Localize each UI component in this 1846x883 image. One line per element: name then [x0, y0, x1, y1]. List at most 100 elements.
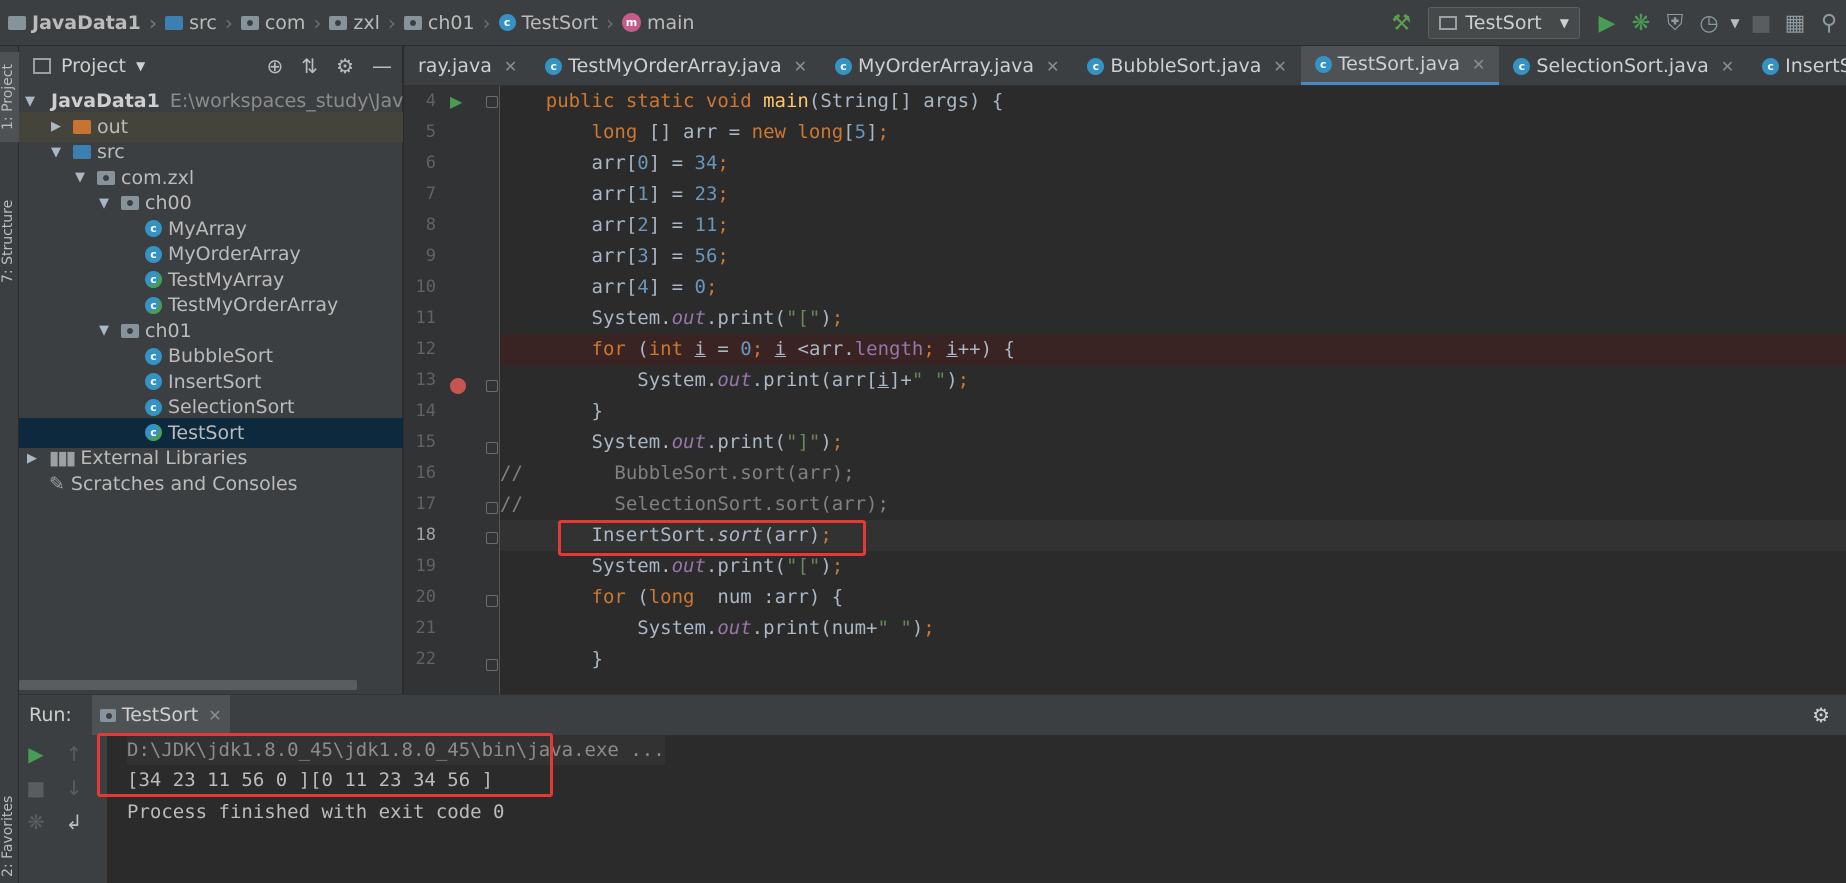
chevron-down-icon[interactable]: ▼ — [73, 170, 87, 185]
chevron-down-icon[interactable]: ▼ — [49, 145, 63, 160]
breadcrumb-zxl[interactable]: zxl › — [329, 0, 404, 46]
source-folder-icon — [73, 145, 91, 159]
tool-window-favorites[interactable]: 2: Favorites — [0, 786, 19, 883]
package-icon — [97, 170, 115, 185]
tool-window-project[interactable]: 1: Project — [0, 52, 19, 142]
code-line: System.out.print(arr[i]+" "); — [500, 369, 970, 391]
line-number: 10 — [415, 277, 436, 297]
coverage-icon[interactable]: ⛨ — [1658, 6, 1692, 40]
breadcrumb-com[interactable]: com › — [240, 0, 330, 46]
tab-bubblesort[interactable]: c BubbleSort.java ✕ — [1073, 46, 1300, 85]
chevron-down-icon[interactable]: ▼ — [97, 196, 111, 211]
project-view-selector[interactable]: Project — [61, 55, 126, 77]
rerun-icon[interactable]: ▶ — [21, 739, 51, 769]
gear-icon[interactable]: ⚙ — [336, 54, 354, 78]
breadcrumb-src[interactable]: src › — [165, 0, 241, 46]
breakpoint-icon[interactable] — [450, 378, 466, 394]
breadcrumb-main[interactable]: m main — [621, 0, 694, 46]
fold-marker-icon[interactable] — [486, 659, 498, 671]
close-icon[interactable]: ✕ — [1273, 57, 1286, 76]
fold-marker-icon[interactable] — [486, 532, 498, 544]
console-output[interactable]: D:\JDK\jdk1.8.0_45\jdk1.8.0_45\bin\java.… — [97, 733, 1846, 883]
tab-testmyorderarray[interactable]: c TestMyOrderArray.java ✕ — [531, 46, 821, 85]
run-gutter-icon[interactable]: ▶ — [450, 92, 462, 111]
pin-icon[interactable]: ❋ — [21, 807, 51, 837]
line-number: 5 — [425, 122, 436, 142]
breadcrumb-testsort[interactable]: c TestSort › — [498, 0, 622, 46]
stop-icon[interactable]: ■ — [1744, 6, 1778, 40]
chevron-right-icon[interactable]: ▶ — [25, 451, 39, 466]
stop-icon[interactable]: ■ — [21, 773, 51, 803]
runnable-class-icon: c — [145, 424, 162, 441]
code-line: arr[0] = 34; — [500, 152, 729, 174]
fold-marker-icon[interactable] — [486, 96, 498, 108]
tree-item-label: TestMyOrderArray — [168, 294, 339, 316]
run-configuration-selector[interactable]: TestSort ▼ — [1428, 7, 1580, 39]
code-line: // SelectionSort.sort(arr); — [500, 493, 889, 515]
fold-marker-icon[interactable] — [486, 442, 498, 454]
code-editor[interactable]: public static void main(String[] args) {… — [500, 86, 1846, 694]
run-tab-testsort[interactable]: TestSort ✕ — [91, 695, 230, 735]
folder-icon — [8, 15, 26, 30]
fold-marker-icon[interactable] — [486, 595, 498, 607]
class-icon: c — [145, 398, 162, 416]
run-icon[interactable]: ▶ — [1590, 6, 1624, 40]
profile-icon[interactable]: ◷ — [1692, 6, 1726, 40]
build-hammer-icon[interactable]: ⚒ — [1384, 6, 1418, 40]
debug-icon[interactable]: ❋ — [1624, 6, 1658, 40]
gear-icon[interactable]: ⚙ — [1812, 703, 1830, 727]
folder-icon — [165, 15, 184, 30]
tree-item-label: External Libraries — [80, 447, 248, 469]
scroll-up-icon[interactable]: ↑ — [59, 739, 89, 769]
chevron-right-icon[interactable]: ▶ — [49, 119, 63, 134]
code-line: public static void main(String[] args) { — [545, 90, 1004, 112]
chevron-down-icon[interactable]: ▼ — [136, 59, 145, 73]
package-icon — [121, 196, 139, 210]
method-icon: m — [621, 13, 641, 32]
locate-file-icon[interactable]: ⊕ — [267, 54, 284, 78]
close-icon[interactable]: ✕ — [1721, 57, 1734, 76]
code-line: System.out.print(num+" "); — [500, 617, 935, 639]
run-options-chevron-icon[interactable]: ▼ — [1726, 6, 1744, 40]
tab-myarray[interactable]: ray.java ✕ — [404, 46, 531, 85]
line-number: 17 — [415, 494, 436, 514]
scroll-down-icon[interactable]: ↓ — [59, 773, 89, 803]
fold-marker-icon[interactable] — [486, 502, 498, 514]
run-panel: Run: TestSort ✕ ⚙ ▶ ■ ❋ ↑ ↓ ↲ D:\JDK\jdk… — [19, 694, 1846, 883]
project-structure-icon[interactable]: ▦ — [1778, 6, 1812, 40]
collapse-all-icon[interactable]: ⇅ — [301, 54, 318, 78]
breadcrumb-project[interactable]: JavaData1 › — [0, 0, 165, 46]
line-number: 22 — [415, 649, 436, 669]
close-icon[interactable]: ✕ — [504, 57, 517, 76]
close-icon[interactable]: ✕ — [208, 706, 221, 725]
tree-item[interactable]: ✎ Scratches and Consoles — [19, 469, 403, 499]
fold-marker-icon[interactable] — [486, 380, 498, 392]
soft-wrap-icon[interactable]: ↲ — [59, 807, 89, 837]
package-icon — [403, 15, 422, 30]
close-icon[interactable]: ✕ — [1046, 57, 1059, 76]
tree-item-label: InsertSort — [168, 370, 262, 393]
navigation-bar: JavaData1 › src › com › zxl › ch01 › c TestSor… — [0, 0, 1846, 46]
hide-panel-icon[interactable]: — — [372, 54, 392, 78]
project-horizontal-scrollbar[interactable] — [19, 680, 357, 690]
runnable-class-icon: c — [145, 271, 162, 288]
search-everywhere-icon[interactable]: ⚲ — [1812, 6, 1846, 40]
class-icon: c — [145, 220, 162, 237]
tab-myorderarray[interactable]: c MyOrderArray.java ✕ — [821, 46, 1073, 85]
class-icon: c — [1513, 57, 1531, 75]
line-number: 20 — [415, 587, 436, 607]
tab-testsort[interactable]: c TestSort.java ✕ — [1300, 46, 1500, 85]
chevron-down-icon[interactable]: ▼ — [25, 94, 35, 109]
close-icon[interactable]: ✕ — [794, 57, 807, 76]
line-number: 12 — [415, 339, 436, 359]
breadcrumb-ch01[interactable]: ch01 › — [403, 0, 499, 46]
tab-insertsort[interactable]: cInsertSort.java✕ — [1748, 46, 1846, 85]
class-icon: c — [145, 347, 162, 365]
chevron-down-icon[interactable]: ▼ — [97, 323, 111, 338]
code-line: for (long num :arr) { — [591, 586, 844, 608]
project-panel: Project ▼ ⊕ ⇅ ⚙ — ▼ JavaData1 E:\workspace… — [19, 46, 403, 694]
tool-window-structure[interactable]: 7: Structure — [0, 186, 19, 296]
editor-gutter[interactable]: 4 5 6 7 8 9 10 11 12 13 14 15 16 17 18 1… — [404, 86, 500, 694]
close-icon[interactable]: ✕ — [1472, 55, 1485, 74]
tab-selectionsort[interactable]: c SelectionSort.java ✕ — [1499, 46, 1748, 85]
